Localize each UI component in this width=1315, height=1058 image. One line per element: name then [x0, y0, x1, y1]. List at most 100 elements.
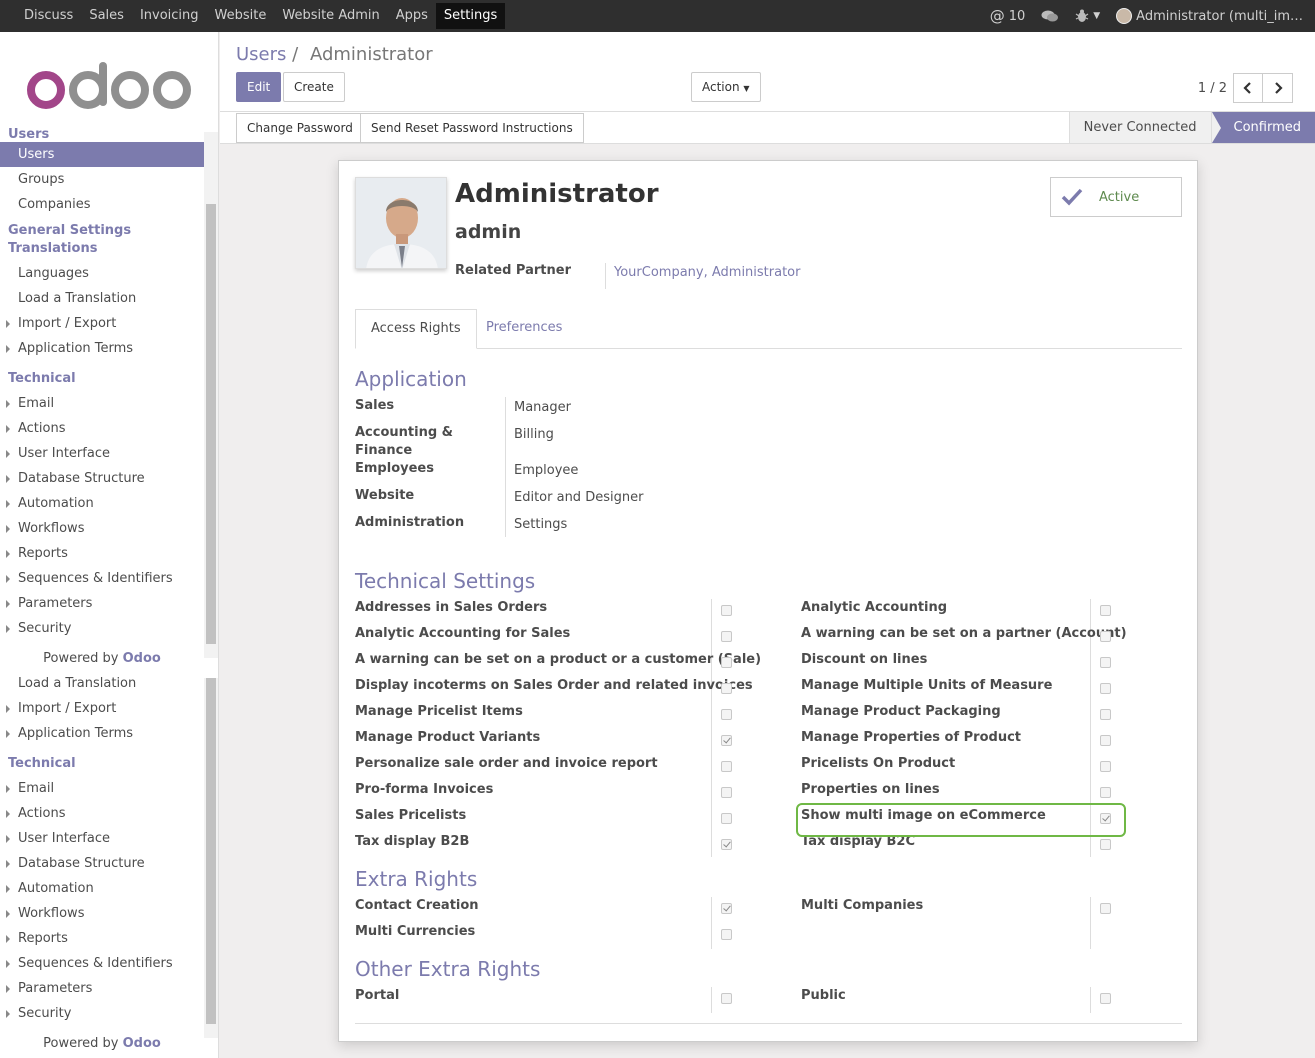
setting-label: Manage Pricelist Items	[355, 704, 523, 719]
sidebar-item-parameters[interactable]: Parameters	[0, 976, 204, 1001]
setting-checkbox[interactable]	[721, 683, 732, 694]
sidebar-item-parameters[interactable]: Parameters	[0, 591, 204, 616]
pager-previous-button[interactable]	[1233, 73, 1263, 103]
setting-checkbox[interactable]	[1100, 761, 1111, 772]
action-dropdown[interactable]: Action ▼	[691, 72, 761, 102]
menu-website[interactable]: Website	[207, 0, 275, 32]
setting-checkbox[interactable]	[721, 903, 732, 914]
state-confirmed[interactable]: Confirmed	[1210, 112, 1315, 143]
section-other-extra-rights-title: Other Extra Rights	[355, 957, 541, 981]
setting-checkbox[interactable]	[1100, 657, 1111, 668]
setting-checkbox[interactable]	[721, 787, 732, 798]
setting-checkbox[interactable]	[1100, 839, 1111, 850]
form-sheet: Administrator admin Related Partner Your…	[338, 160, 1198, 1042]
chat-button[interactable]	[1041, 9, 1059, 23]
sidebar-scrollbar[interactable]	[204, 132, 218, 658]
sidebar-item-sequences[interactable]: Sequences & Identifiers	[0, 566, 204, 591]
sidebar-item-security[interactable]: Security	[0, 1001, 204, 1026]
sidebar-item-user-interface[interactable]: User Interface	[0, 441, 204, 466]
menu-website-admin[interactable]: Website Admin	[274, 0, 387, 32]
active-toggle-button[interactable]: Active	[1050, 177, 1182, 217]
sidebar-item-actions[interactable]: Actions	[0, 801, 204, 826]
sidebar-item-application-terms[interactable]: Application Terms	[0, 721, 204, 746]
setting-label: Manage Product Variants	[355, 730, 541, 745]
scrollbar-thumb[interactable]	[206, 204, 216, 644]
menu-sales[interactable]: Sales	[81, 0, 132, 32]
sidebar-item-workflows[interactable]: Workflows	[0, 901, 204, 926]
sidebar-item-groups[interactable]: Groups	[0, 167, 204, 192]
state-never-connected[interactable]: Never Connected	[1068, 112, 1211, 143]
setting-checkbox[interactable]	[721, 709, 732, 720]
sidebar-item-actions[interactable]: Actions	[0, 416, 204, 441]
powered-by-link[interactable]: Odoo	[123, 651, 161, 666]
setting-checkbox[interactable]	[721, 735, 732, 746]
sidebar-item-user-interface[interactable]: User Interface	[0, 826, 204, 851]
sidebar-item-reports[interactable]: Reports	[0, 541, 204, 566]
check-icon	[1061, 188, 1083, 206]
setting-label: Pro-forma Invoices	[355, 782, 494, 797]
sidebar-item-database-structure[interactable]: Database Structure	[0, 466, 204, 491]
sidebar-item-reports[interactable]: Reports	[0, 926, 204, 951]
setting-checkbox[interactable]	[1100, 903, 1111, 914]
sidebar-item-sequences[interactable]: Sequences & Identifiers	[0, 951, 204, 976]
sidebar-scrollbar[interactable]	[204, 678, 218, 1038]
reset-password-button[interactable]: Send Reset Password Instructions	[360, 113, 584, 143]
user-menu[interactable]: Administrator (multi_im…	[1116, 8, 1303, 24]
setting-checkbox[interactable]	[721, 993, 732, 1004]
pager-value[interactable]: 1 / 2	[1198, 81, 1227, 96]
create-button[interactable]: Create	[283, 72, 345, 102]
menu-invoicing[interactable]: Invoicing	[132, 0, 207, 32]
sidebar-item-application-terms[interactable]: Application Terms	[0, 336, 204, 361]
setting-checkbox[interactable]	[721, 605, 732, 616]
setting-checkbox[interactable]	[721, 761, 732, 772]
tab-access-rights[interactable]: Access Rights	[355, 309, 477, 349]
sidebar-item-load-translation[interactable]: Load a Translation	[0, 671, 204, 696]
sidebar-item-load-translation[interactable]: Load a Translation	[0, 286, 204, 311]
setting-checkbox[interactable]	[721, 631, 732, 642]
sidebar-item-email[interactable]: Email	[0, 391, 204, 416]
sidebar-item-database-structure[interactable]: Database Structure	[0, 851, 204, 876]
setting-checkbox[interactable]	[721, 929, 732, 940]
sidebar-item-automation[interactable]: Automation	[0, 491, 204, 516]
tab-preferences[interactable]: Preferences	[471, 309, 577, 349]
setting-checkbox[interactable]	[1100, 683, 1111, 694]
user-photo[interactable]	[355, 177, 447, 269]
sidebar-item-import-export[interactable]: Import / Export	[0, 311, 204, 336]
mentions-button[interactable]: @ 10	[990, 7, 1026, 25]
sidebar-item-security[interactable]: Security	[0, 616, 204, 641]
menu-discuss[interactable]: Discuss	[16, 0, 81, 32]
sidebar-item-import-export[interactable]: Import / Export	[0, 696, 204, 721]
chat-icon	[1041, 10, 1059, 22]
menu-apps[interactable]: Apps	[388, 0, 436, 32]
sidebar-item-workflows[interactable]: Workflows	[0, 516, 204, 541]
sidebar-item-automation[interactable]: Automation	[0, 876, 204, 901]
breadcrumb-users[interactable]: Users	[236, 44, 286, 65]
sidebar-item-languages[interactable]: Languages	[0, 261, 204, 286]
sidebar-item-users[interactable]: Users	[0, 142, 204, 167]
setting-checkbox[interactable]	[1100, 605, 1111, 616]
pager-next-button[interactable]	[1263, 73, 1293, 103]
setting-checkbox[interactable]	[721, 657, 732, 668]
setting-checkbox[interactable]	[1100, 631, 1111, 642]
setting-checkbox[interactable]	[721, 813, 732, 824]
sidebar-section-general-settings[interactable]: General Settings	[0, 222, 204, 240]
user-name-field: Administrator	[455, 179, 659, 209]
setting-label: Tax display B2B	[355, 834, 470, 849]
setting-checkbox[interactable]	[1100, 787, 1111, 798]
sidebar-section-technical: Technical	[8, 756, 76, 771]
app-menu: Discuss Sales Invoicing Website Website …	[16, 0, 506, 32]
related-partner-link[interactable]: YourCompany, Administrator	[614, 265, 800, 280]
change-password-button[interactable]: Change Password	[236, 113, 364, 143]
setting-checkbox[interactable]	[1100, 993, 1111, 1004]
sidebar-item-email[interactable]: Email	[0, 776, 204, 801]
related-partner-label: Related Partner	[455, 263, 571, 278]
powered-by-link[interactable]: Odoo	[123, 1036, 161, 1051]
scrollbar-thumb[interactable]	[206, 678, 216, 1024]
setting-checkbox[interactable]	[1100, 735, 1111, 746]
edit-button[interactable]: Edit	[236, 72, 282, 102]
setting-checkbox[interactable]	[721, 839, 732, 850]
setting-checkbox[interactable]	[1100, 709, 1111, 720]
debug-button[interactable]: ▼	[1075, 9, 1100, 23]
sidebar-item-companies[interactable]: Companies	[0, 192, 204, 217]
menu-settings[interactable]: Settings	[435, 3, 506, 29]
